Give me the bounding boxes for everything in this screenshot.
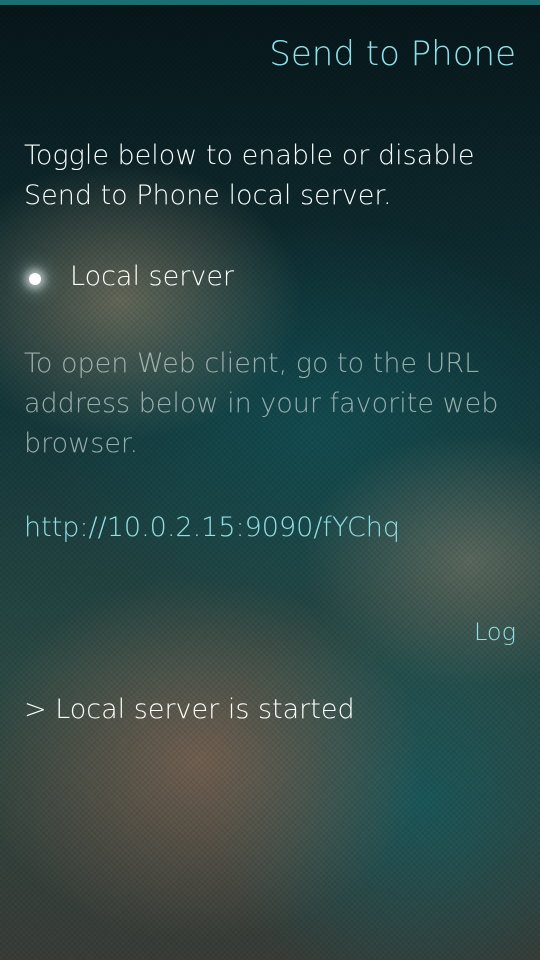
local-server-switch-label: Local server	[70, 261, 235, 292]
intro-text: Toggle below to enable or disable Send t…	[24, 140, 475, 211]
log-section-header: Log	[473, 618, 516, 646]
server-url-link[interactable]: http://10.0.2.15:9090/fYChq	[24, 512, 400, 543]
page-header-title: Send to Phone	[269, 34, 516, 74]
web-client-hint: To open Web client, go to the URL addres…	[24, 348, 499, 459]
log-line: > Local server is started	[24, 694, 355, 725]
page-content: Send to Phone Toggle below to enable or …	[0, 0, 540, 960]
local-server-switch[interactable]: Local server	[0, 255, 540, 303]
switch-on-indicator-icon	[29, 273, 41, 285]
